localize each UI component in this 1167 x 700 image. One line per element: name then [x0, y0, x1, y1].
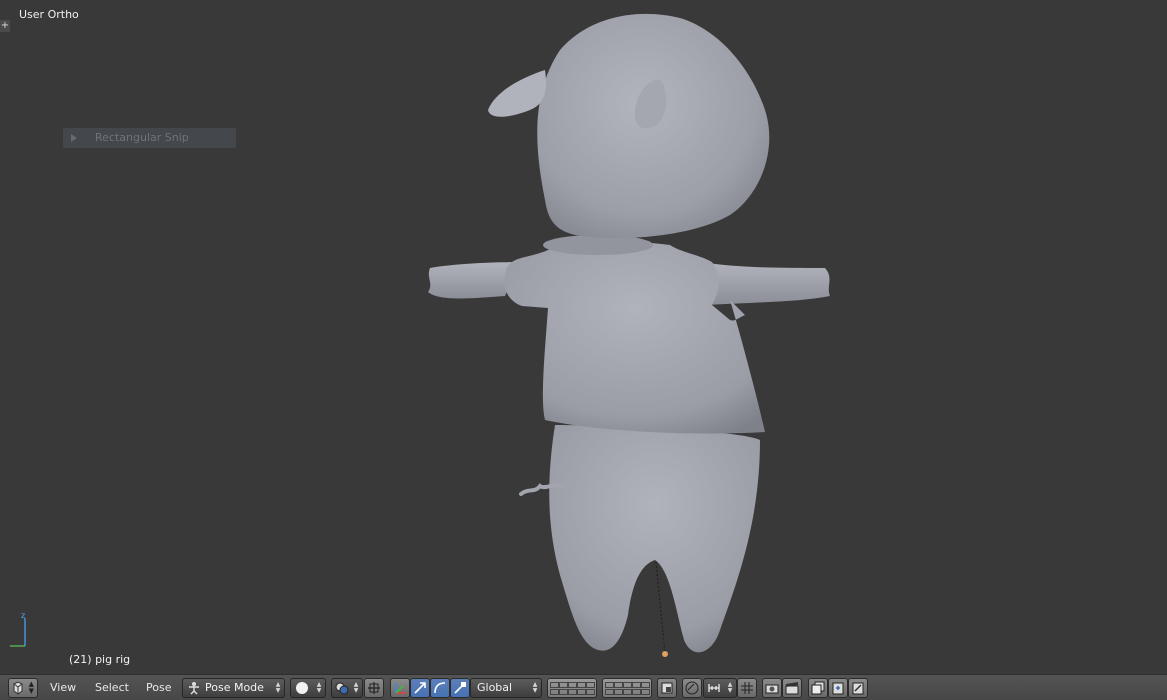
mode-dropdown[interactable]: Pose Mode ▲ ▼	[182, 678, 285, 698]
layer-lock-button[interactable]	[657, 678, 677, 698]
chevron-up-down-icon: ▲ ▼	[727, 681, 733, 694]
snap-element-dropdown[interactable]: ▲ ▼	[703, 678, 737, 698]
proportional-edit-button[interactable]	[682, 678, 702, 698]
proportional-edit-icon	[685, 681, 699, 695]
scale-icon	[454, 682, 466, 694]
editor-type-button[interactable]: ▲ ▼	[8, 678, 38, 698]
clapperboard-icon	[785, 682, 799, 695]
camera-icon	[765, 684, 779, 694]
chevron-up-down-icon: ▲ ▼	[353, 681, 359, 694]
manipulator-toggle-button[interactable]	[390, 678, 410, 698]
mode-dropdown-value: Pose Mode	[205, 681, 264, 694]
chevron-up-down-icon: ▲ ▼	[28, 680, 34, 695]
object-status-text: (21) pig rig	[69, 653, 131, 666]
paste-pose-icon	[832, 682, 844, 695]
pivot-point-dropdown[interactable]: ▲ ▼	[331, 678, 363, 698]
manipulate-center-button[interactable]	[364, 678, 384, 698]
snap-increment-icon	[708, 684, 720, 692]
copy-pose-icon	[811, 681, 825, 695]
pose-mode-icon	[189, 682, 199, 695]
render-animation-button[interactable]	[782, 678, 802, 698]
pig-character-model	[428, 13, 830, 657]
arrow-icon	[414, 682, 426, 694]
scene-layers-group-2[interactable]	[602, 678, 652, 698]
transform-orientation-dropdown[interactable]: Global ▲ ▼	[470, 678, 542, 698]
viewport-shading-dropdown[interactable]: ▲ ▼	[290, 678, 326, 698]
paste-pose-button[interactable]	[828, 678, 848, 698]
3d-view-header: ▲ ▼ View Select Pose Pose Mode ▲ ▼ ▲ ▼ ▲ ▼	[0, 674, 1167, 700]
paste-flipped-pose-button[interactable]	[848, 678, 868, 698]
snap-toggle-button[interactable]	[737, 678, 757, 698]
menu-select[interactable]: Select	[95, 678, 129, 698]
scale-manipulator-button[interactable]	[450, 678, 470, 698]
3d-viewport[interactable]: User Ortho + Rectangular Snip z (21) pig…	[0, 0, 1167, 674]
paste-flipped-icon	[852, 682, 864, 695]
chevron-up-down-icon: ▲ ▼	[275, 681, 281, 694]
grid-snap-icon	[741, 682, 753, 694]
copy-pose-button[interactable]	[808, 678, 828, 698]
rotate-arc-icon	[434, 682, 446, 694]
scene-layers-group-1[interactable]	[547, 678, 597, 698]
manipulator-axes-icon	[395, 683, 406, 694]
pivot-icon	[335, 682, 349, 695]
menu-pose[interactable]: Pose	[146, 678, 171, 698]
axis-gizmo-icon: z	[10, 612, 26, 647]
solid-sphere-icon	[296, 682, 308, 694]
translate-manipulator-button[interactable]	[410, 678, 430, 698]
arrows-icon	[368, 682, 380, 694]
render-still-button[interactable]	[762, 678, 782, 698]
rotate-manipulator-button[interactable]	[430, 678, 450, 698]
orientation-value: Global	[477, 681, 513, 694]
axis-z-label: z	[21, 612, 25, 620]
cube-icon	[13, 681, 23, 695]
lock-icon	[661, 682, 673, 694]
chevron-up-down-icon: ▲ ▼	[532, 681, 538, 694]
chevron-up-down-icon: ▲ ▼	[316, 681, 322, 694]
menu-view[interactable]: View	[50, 678, 76, 698]
